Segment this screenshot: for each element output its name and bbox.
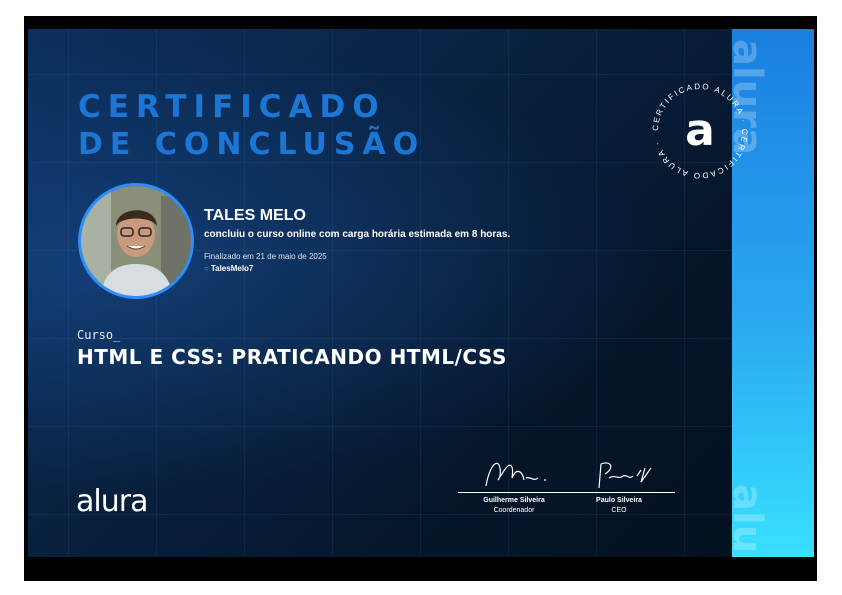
signature-line	[458, 492, 570, 493]
username-text: TalesMelo7	[210, 264, 254, 273]
certificate-subtitle: DE CONCLUSÃO	[78, 127, 426, 162]
signatory-role: Coordenador	[493, 507, 535, 514]
alura-seal-icon: CERTIFICADO ALURA · CERTIFICADO ALURA · …	[651, 82, 747, 180]
signature-coordinator-icon	[485, 462, 546, 487]
alura-logo: alura	[76, 484, 148, 519]
sidebar-watermark-bottom: alura	[724, 484, 770, 557]
signatory-name: Guilherme Silveira	[483, 497, 545, 504]
signatory-role: CEO	[611, 507, 627, 514]
signature-block-ceo: Paulo Silveira CEO	[563, 454, 675, 514]
student-avatar	[78, 183, 194, 299]
signature-line	[563, 492, 675, 493]
course-label: Curso_	[77, 328, 121, 342]
completion-date: Finalizado em 21 de maio de 2025	[204, 252, 327, 261]
signature-block-coordinator: Guilherme Silveira Coordenador	[458, 454, 570, 514]
completion-summary: concluiu o curso online com carga horári…	[204, 229, 511, 240]
signatory-name: Paulo Silveira	[596, 497, 642, 504]
seal-letter: a	[685, 105, 715, 156]
student-username[interactable]: ○ TalesMelo7	[204, 264, 253, 273]
student-name: TALES MELO	[204, 207, 306, 224]
certificate-title: CERTIFICADO	[78, 89, 386, 125]
certificate: alura alura CERTIFICADO DE CONCLUSÃO CER…	[28, 29, 814, 557]
circle-icon: ○	[204, 264, 209, 273]
course-title: HTML E CSS: PRATICANDO HTML/CSS	[77, 345, 507, 369]
signature-ceo-icon	[598, 462, 652, 489]
